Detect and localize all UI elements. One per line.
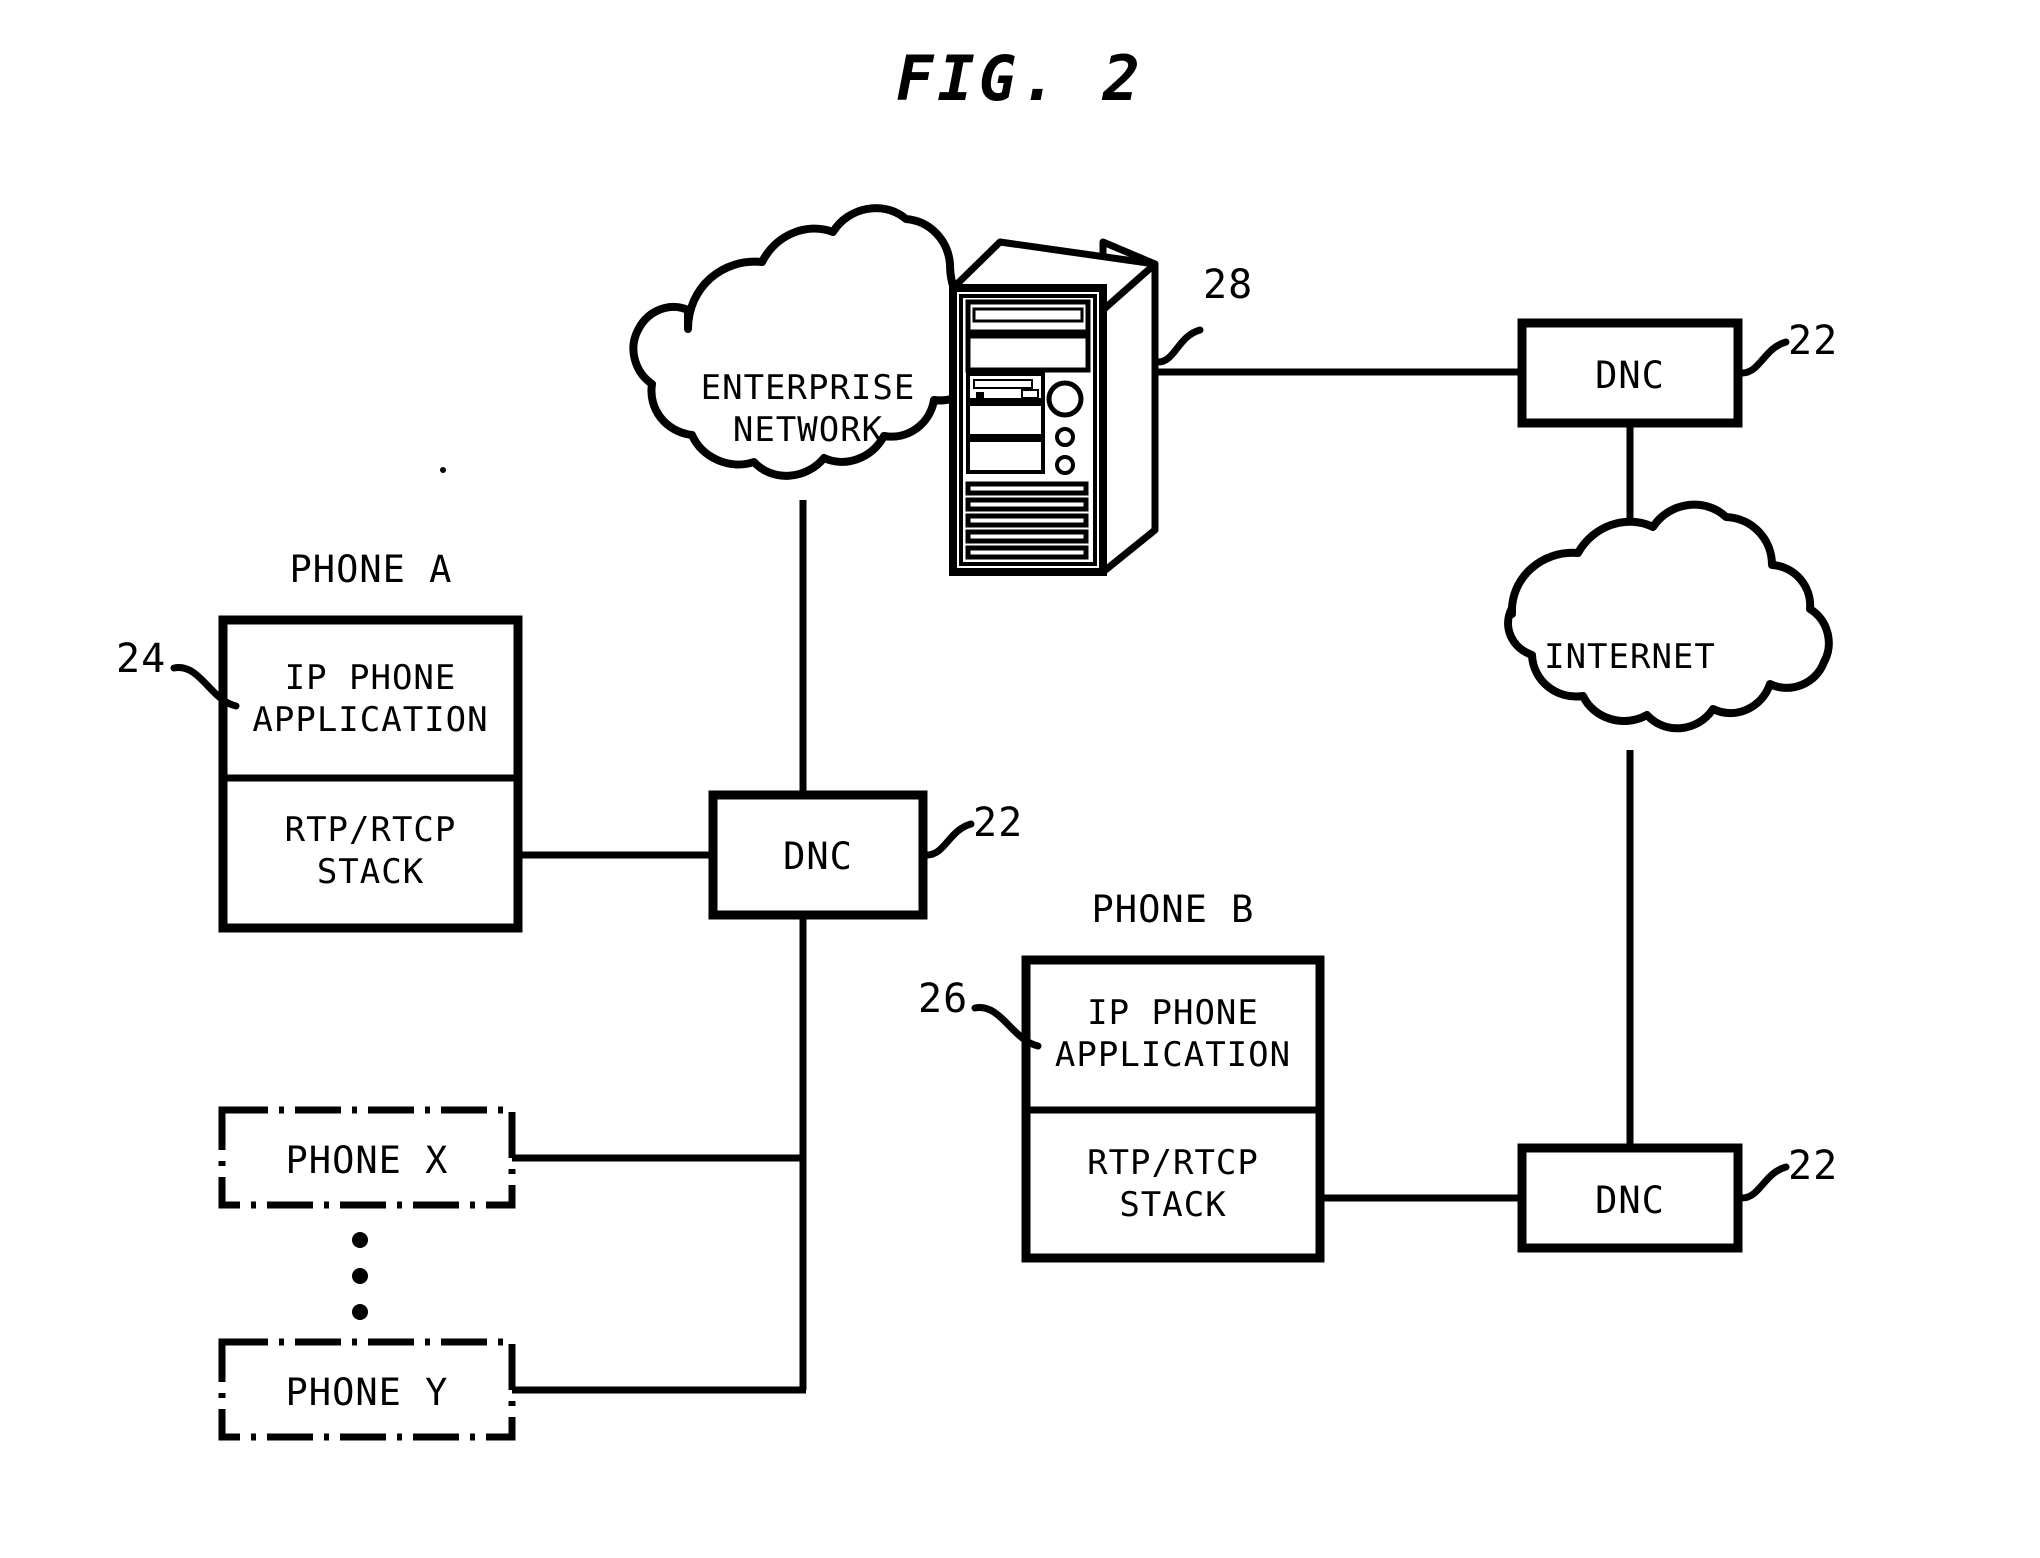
phone-b-app-line2: APPLICATION (1054, 1035, 1292, 1075)
drive-bay-icon (965, 333, 1091, 373)
phone-a-stack-line1: RTP/RTCP (284, 810, 457, 850)
cloud-shape-internet (1504, 500, 1833, 733)
phone-x-label: PHONE X (285, 1139, 449, 1182)
internet-cloud (1504, 500, 1833, 733)
diagram-canvas (170, 204, 1833, 1441)
phone-y-label: PHONE Y (285, 1371, 449, 1414)
phone-a-app-line1: IP PHONE (284, 658, 457, 698)
ventilation-grille (965, 481, 1089, 560)
dnc-bottom-right-label: DNC (1595, 1179, 1665, 1222)
floppy-eject-button (1021, 389, 1039, 399)
phone-b-stack-line1: RTP/RTCP (1087, 1143, 1259, 1183)
phone-b-app-line1: IP PHONE (1087, 993, 1259, 1033)
leader-line-22-bottom-right (1738, 1163, 1790, 1202)
cloud-label-internet: INTERNET (1544, 637, 1716, 677)
dnc-top-right-label: DNC (1595, 354, 1665, 397)
reference-label-22-center: 22 (973, 800, 1024, 846)
reference-label-22-top-right: 22 (1788, 318, 1839, 364)
reference-label-28: 28 (1203, 262, 1254, 308)
phone-a-app-line2: APPLICATION (252, 700, 489, 740)
power-button-icon (1046, 380, 1084, 418)
reference-label-26: 26 (918, 976, 969, 1022)
phone-a-stack-line2: STACK (316, 852, 425, 892)
ellipsis-dot (352, 1268, 368, 1284)
cloud-label-enterprise-line1: ENTERPRISE (700, 368, 916, 408)
scan-artifact-speck (440, 467, 446, 473)
leader-line-28 (1154, 326, 1204, 366)
leader-line-22-center (923, 820, 975, 859)
optical-drive-slot (972, 307, 1084, 323)
patent-figure: FIG. 2 ENTERPRISE NETWORK INTERNET 28 DN… (0, 0, 2040, 1558)
vertical-ellipsis (352, 1232, 368, 1320)
ellipsis-dot (352, 1232, 368, 1248)
cloud-label-enterprise-line2: NETWORK (732, 410, 884, 450)
status-led-2 (1055, 455, 1075, 475)
phone-b-stack-line2: STACK (1119, 1185, 1227, 1225)
phone-a-title: PHONE A (289, 548, 453, 591)
reference-label-22-bottom-right: 22 (1788, 1143, 1839, 1189)
ellipsis-dot (352, 1304, 368, 1320)
leader-line-22-top-right (1738, 338, 1790, 377)
reference-label-24: 24 (116, 636, 167, 682)
phone-b-title: PHONE B (1091, 888, 1255, 931)
dnc-center-label: DNC (783, 835, 853, 878)
status-led-1 (1055, 427, 1075, 447)
